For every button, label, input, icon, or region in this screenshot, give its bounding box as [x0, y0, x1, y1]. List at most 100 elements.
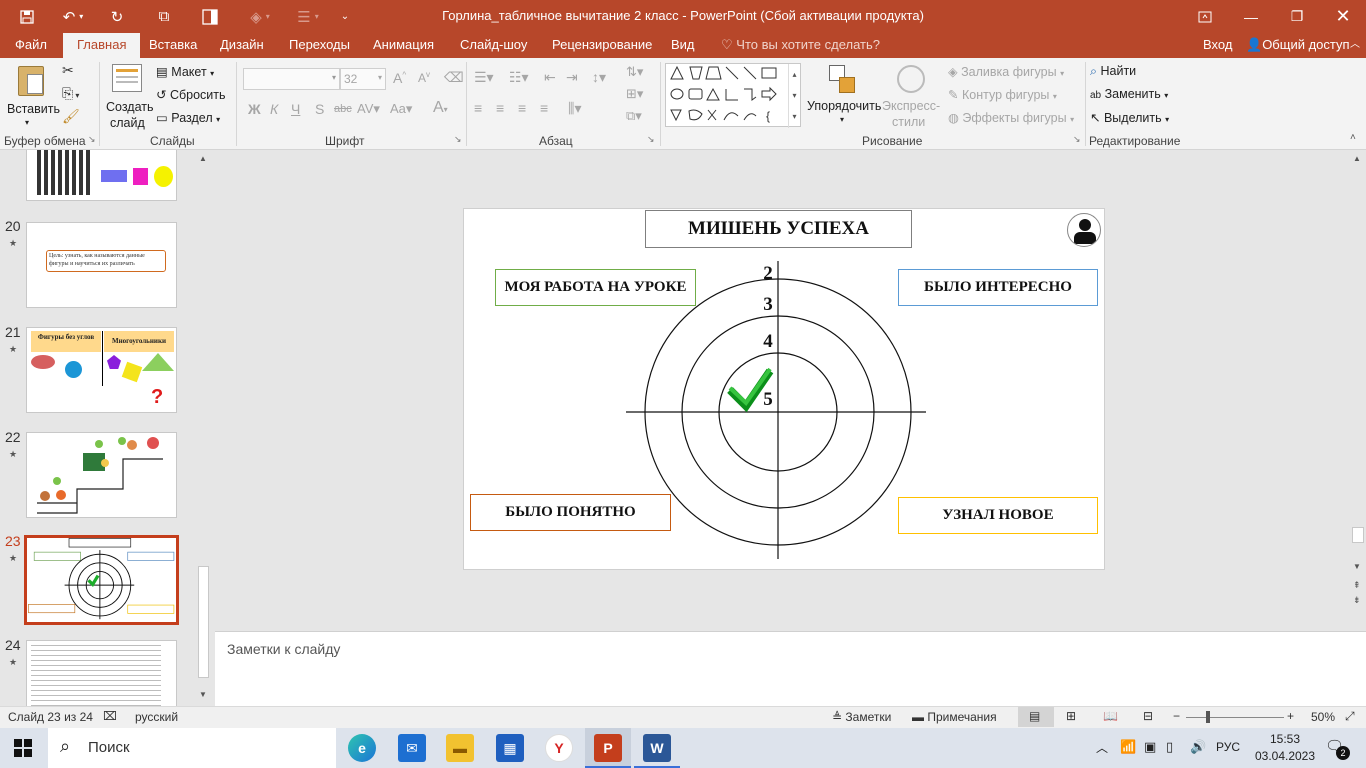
volume-icon[interactable]: 🔊 — [1190, 739, 1206, 755]
drawing-launcher-icon[interactable]: ↘ — [1073, 134, 1081, 145]
shrink-font-icon[interactable]: Av — [418, 70, 430, 85]
shapes-gallery[interactable]: { ▴ ▾ ▾ — [665, 63, 801, 128]
replace-button[interactable]: ab Заменить ▾ — [1090, 87, 1168, 101]
font-size-input[interactable]: 32 ▾ — [340, 68, 386, 90]
scroll-up-icon[interactable]: ▲ — [199, 154, 207, 163]
collapse-ribbon-icon[interactable]: ˄ — [1350, 132, 1356, 143]
columns-icon[interactable]: ⫼▾ — [568, 100, 581, 117]
shape-fill-button[interactable]: ◈ Заливка фигуры ▾ — [948, 64, 1064, 79]
tab-animations[interactable]: Анимация — [373, 33, 434, 58]
font-color-icon[interactable]: A▾ — [433, 99, 448, 117]
collapse-ribbon-icon[interactable]: ︿ — [1350, 33, 1360, 58]
store-icon[interactable]: ▦ — [496, 734, 524, 762]
powerpoint-taskbar-button[interactable]: P — [585, 728, 631, 768]
reset-button[interactable]: ↺ Сбросить — [156, 87, 226, 102]
clock-time[interactable]: 15:53 — [1262, 732, 1308, 746]
battery-icon[interactable]: ▯ — [1166, 739, 1173, 755]
find-button[interactable]: ⌕ Найти — [1090, 64, 1136, 79]
layout-button[interactable]: ▤ Макет ▾ — [156, 64, 214, 79]
windows-start-icon[interactable] — [14, 739, 32, 757]
clear-format-icon[interactable]: ⌫ — [444, 69, 464, 86]
paste-button[interactable]: Вставить ▾ — [6, 62, 60, 130]
language-indicator[interactable]: русский — [135, 710, 178, 724]
shape-effects-button[interactable]: ◍ Эффекты фигуры ▾ — [948, 110, 1074, 125]
font-name-input[interactable]: ▾ — [243, 68, 340, 90]
char-spacing-icon[interactable]: AV▾ — [357, 101, 380, 117]
chevron-up-icon[interactable]: ︿ — [1096, 739, 1108, 756]
zoom-slider-thumb[interactable] — [1206, 711, 1210, 723]
tab-slideshow[interactable]: Слайд-шоу — [460, 33, 527, 58]
tab-design[interactable]: Дизайн — [220, 33, 264, 58]
align-text-icon[interactable]: ⊞▾ — [626, 86, 643, 102]
slide-sorter-icon[interactable]: ⊞ — [1066, 709, 1076, 723]
normal-view-button[interactable]: ▤ — [1018, 707, 1054, 727]
success-target[interactable] — [464, 209, 1106, 571]
grow-font-icon[interactable]: A^ — [393, 70, 406, 86]
slide-thumbnail[interactable] — [26, 432, 177, 518]
thumbnail-scrollbar[interactable]: ▲ ▼ — [197, 150, 211, 706]
close-icon[interactable]: ✕ — [1320, 0, 1366, 33]
shadow-button[interactable]: S — [315, 101, 324, 117]
tab-review[interactable]: Рецензирование — [552, 33, 652, 58]
paragraph-launcher-icon[interactable]: ↘ — [647, 134, 655, 145]
font-launcher-icon[interactable]: ↘ — [454, 134, 462, 145]
minimize-icon[interactable]: — — [1228, 0, 1274, 33]
select-button[interactable]: ↖ Выделить ▾ — [1090, 110, 1169, 125]
gallery-scroll-icon[interactable]: ▴ ▾ ▾ — [788, 64, 800, 128]
scroll-up-icon[interactable]: ▲ — [1353, 154, 1361, 163]
next-slide-icon[interactable]: ⇟ — [1353, 595, 1361, 606]
tab-home[interactable]: Главная — [63, 33, 141, 58]
scroll-thumb[interactable] — [198, 566, 209, 678]
clock-date[interactable]: 03.04.2023 — [1254, 749, 1316, 763]
word-taskbar-button[interactable]: W — [634, 728, 680, 768]
justify-icon[interactable]: ≡ — [540, 100, 548, 116]
taskbar-search-box[interactable]: ⌕ Поиск — [48, 728, 336, 768]
slideshow-view-icon[interactable]: ⊟ — [1143, 709, 1153, 723]
strikethrough-icon[interactable]: abc — [334, 103, 352, 115]
zoom-level[interactable]: 50% — [1311, 710, 1335, 724]
line-spacing-icon[interactable]: ↕▾ — [592, 69, 606, 86]
bullets-icon[interactable]: ☰▾ — [474, 69, 494, 86]
tab-transitions[interactable]: Переходы — [289, 33, 350, 58]
quick-styles-button[interactable]: Экспресс- стили — [880, 62, 942, 132]
spellcheck-icon[interactable]: ⌧ — [103, 709, 117, 723]
scroll-down-icon[interactable]: ▼ — [1353, 562, 1361, 571]
smartart-icon[interactable]: ⧉▾ — [626, 108, 642, 124]
mail-icon[interactable]: ✉ — [398, 734, 426, 762]
tab-file[interactable]: Файл — [15, 33, 47, 58]
slide-thumbnail-active[interactable] — [24, 535, 179, 625]
input-language[interactable]: РУС — [1216, 740, 1240, 754]
share-button[interactable]: 👤Общий доступ — [1246, 33, 1350, 58]
ribbon-display-icon[interactable] — [1182, 0, 1228, 33]
clipboard-launcher-icon[interactable]: ↘ — [88, 134, 96, 145]
zoom-in-icon[interactable]: + — [1287, 709, 1294, 723]
italic-button[interactable]: К — [270, 101, 278, 117]
tab-insert[interactable]: Вставка — [149, 33, 197, 58]
zoom-slider[interactable] — [1186, 717, 1284, 718]
tab-view[interactable]: Вид — [671, 33, 695, 58]
tell-me-box[interactable]: ♡ Что вы хотите сделать? — [721, 33, 880, 58]
scroll-down-icon[interactable]: ▼ — [199, 690, 207, 699]
slide-thumbnail[interactable] — [26, 150, 177, 201]
align-center-icon[interactable]: ≡ — [496, 100, 504, 116]
numbering-icon[interactable]: ☷▾ — [509, 69, 529, 86]
scroll-thumb[interactable] — [1352, 527, 1364, 543]
underline-button[interactable]: Ч — [291, 101, 300, 117]
file-explorer-icon[interactable]: ▬ — [446, 734, 474, 762]
notes-pane[interactable]: Заметки к слайду — [215, 631, 1366, 706]
section-button[interactable]: ▭ Раздел ▾ — [156, 110, 220, 125]
comments-button[interactable]: ▬ Примечания — [912, 710, 997, 724]
notes-button[interactable]: ≜ Заметки — [832, 710, 891, 724]
shape-outline-button[interactable]: ✎ Контур фигуры ▾ — [948, 87, 1057, 102]
slide-thumbnail[interactable]: Цель: узнать, как называются данные фигу… — [26, 222, 177, 308]
change-case-icon[interactable]: Aa▾ — [390, 101, 412, 117]
reading-view-icon[interactable]: 📖 — [1103, 709, 1118, 723]
restore-icon[interactable]: ❐ — [1274, 0, 1320, 33]
slide-thumbnail[interactable]: Фигуры без углов Многоугольники ? — [26, 327, 177, 413]
edge-icon[interactable]: e — [348, 734, 376, 762]
yandex-icon[interactable]: Y — [545, 734, 573, 762]
decrease-indent-icon[interactable]: ⇤ — [544, 69, 556, 86]
network-icon[interactable]: 📶 — [1120, 739, 1136, 755]
new-slide-button[interactable]: Создать слайд — [104, 62, 154, 132]
login-link[interactable]: Вход — [1203, 33, 1232, 58]
